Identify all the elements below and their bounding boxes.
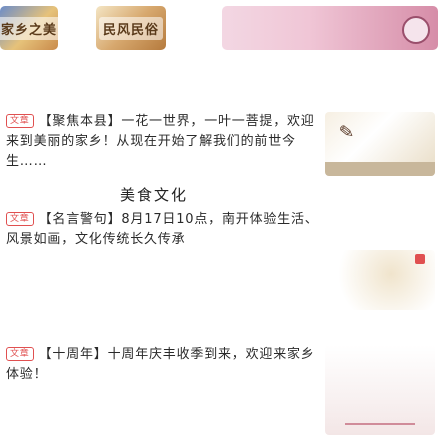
post-text-2: 文章 【名言警句】8月17日10点，南开体验生活、风景如画，文化传统长久传承 <box>6 210 324 250</box>
tab-customs[interactable]: 民风民俗 <box>96 6 166 50</box>
tab-customs-label: 民风民俗 <box>98 16 163 40</box>
post-image-3[interactable] <box>325 345 435 435</box>
section-heading: 美食文化 <box>120 186 189 204</box>
post-body-1: 【聚焦本县】一花一世界，一叶一菩提，欢迎来到美丽的家乡！从现在开始了解我们的前世… <box>6 114 315 169</box>
post-body-3: 【十周年】十周年庆丰收季到来，欢迎来家乡体验！ <box>6 347 315 382</box>
post-image-3-line <box>345 423 415 425</box>
post-tag-3: 文章 <box>6 347 34 361</box>
tab-hometown[interactable]: 家乡之美 <box>0 6 58 50</box>
post-tag-1: 文章 <box>6 114 34 128</box>
post-image-2[interactable] <box>325 250 435 310</box>
tab-third[interactable] <box>222 6 438 50</box>
post-image-2-mark <box>415 254 425 264</box>
post-text-1: 文章 【聚焦本县】一花一世界，一叶一菩提，欢迎来到美丽的家乡！从现在开始了解我们的… <box>6 112 324 172</box>
post-image-1-strip <box>325 162 435 176</box>
post-image-1-art: ✎ <box>337 121 356 144</box>
post-text-3: 文章 【十周年】十周年庆丰收季到来，欢迎来家乡体验！ <box>6 345 324 385</box>
category-tabs: 家乡之美 民风民俗 <box>0 6 439 54</box>
post-body-2: 【名言警句】8月17日10点，南开体验生活、风景如画，文化传统长久传承 <box>6 212 319 247</box>
post-tag-2: 文章 <box>6 212 34 226</box>
tab-hometown-label: 家乡之美 <box>0 16 58 40</box>
post-image-1[interactable]: ✎ <box>325 112 435 176</box>
thumbnail-decoration <box>402 16 430 44</box>
